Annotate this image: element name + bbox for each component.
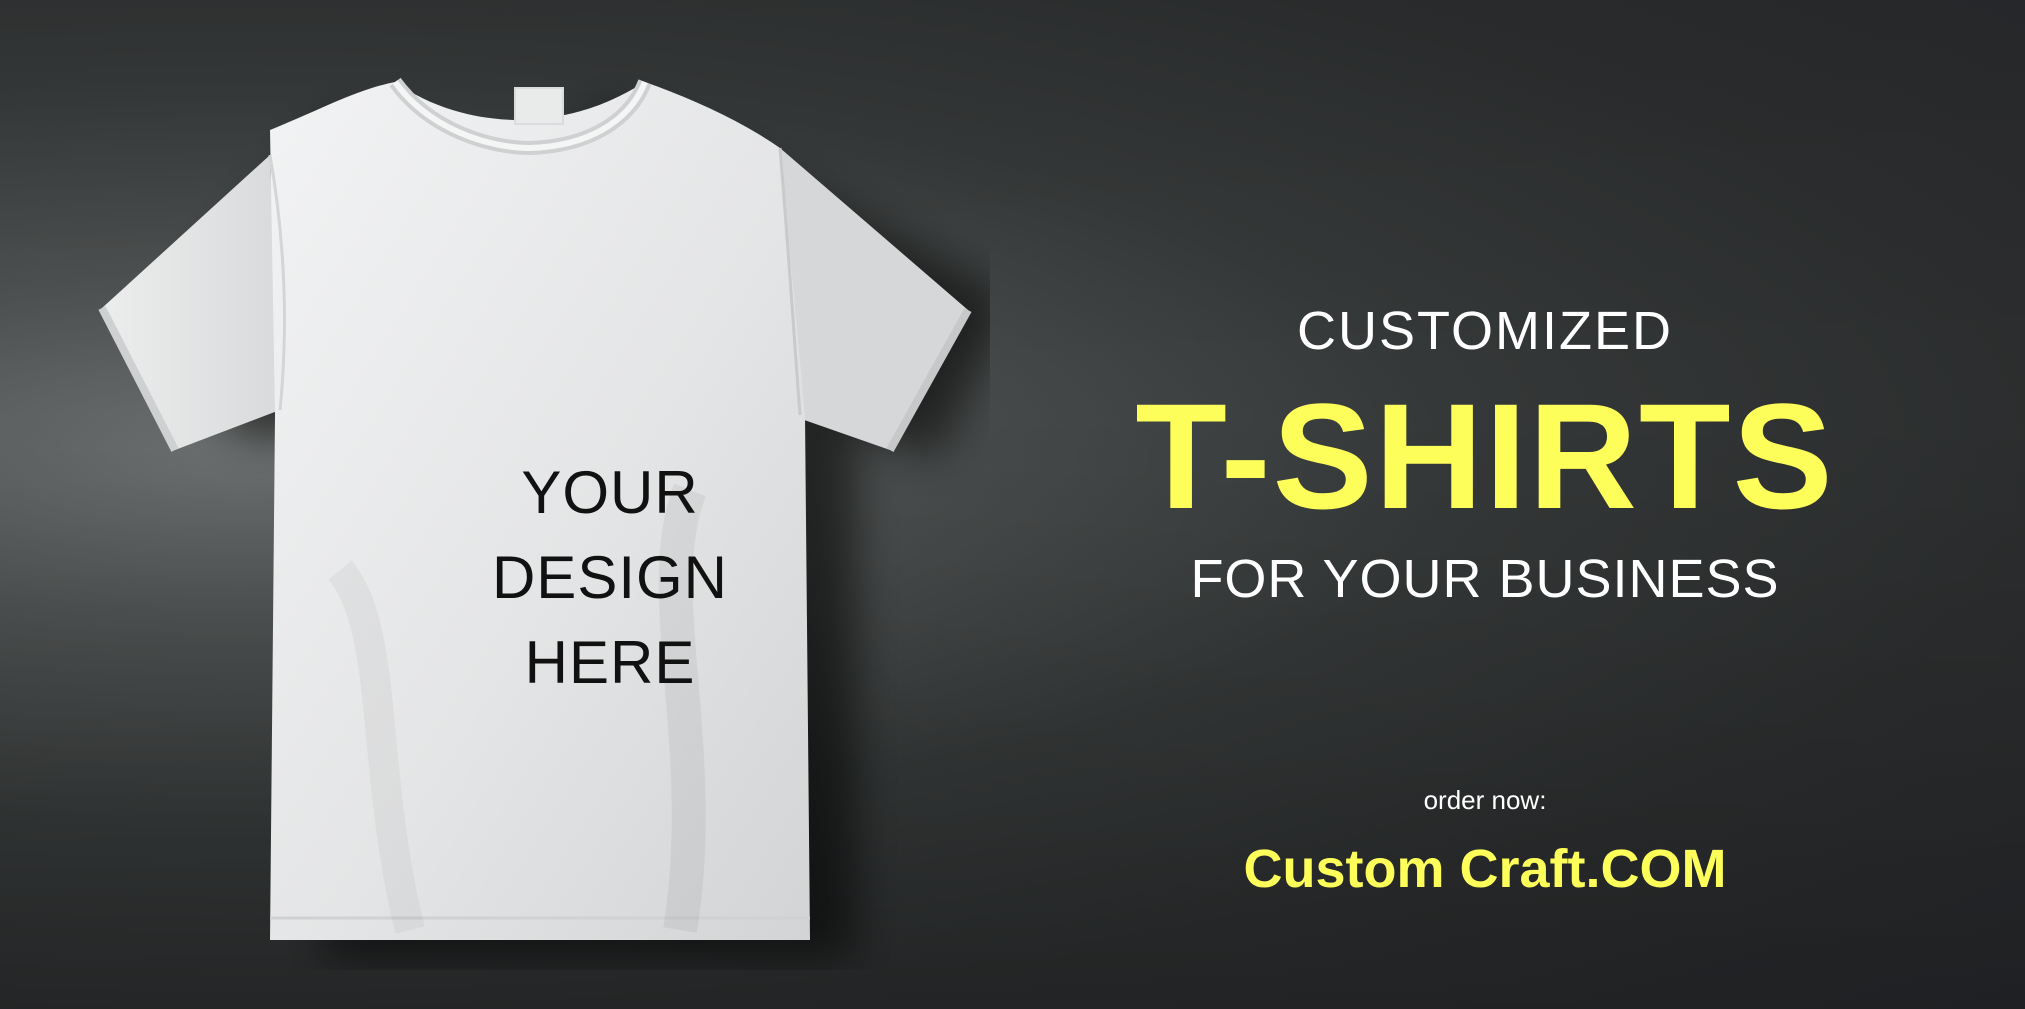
for-your-business-label: FOR YOUR BUSINESS <box>1190 549 1780 609</box>
design-placeholder: YOUR DESIGN HERE <box>430 450 790 705</box>
design-placeholder-line: YOUR <box>521 459 699 526</box>
order-now-label: order now: <box>1423 785 1547 815</box>
website-link[interactable]: Custom Craft.COM <box>1070 838 1900 900</box>
design-placeholder-line: DESIGN <box>491 544 729 611</box>
design-placeholder-line: HERE <box>524 629 696 696</box>
tshirts-headline: T-SHIRTS <box>1135 372 1835 540</box>
tshirt-mockup: YOUR DESIGN HERE <box>90 70 990 970</box>
promo-text-block: CUSTOMIZED T-SHIRTS FOR YOUR BUSINESS or… <box>1070 0 1900 1009</box>
customized-label: CUSTOMIZED <box>1296 301 1673 361</box>
